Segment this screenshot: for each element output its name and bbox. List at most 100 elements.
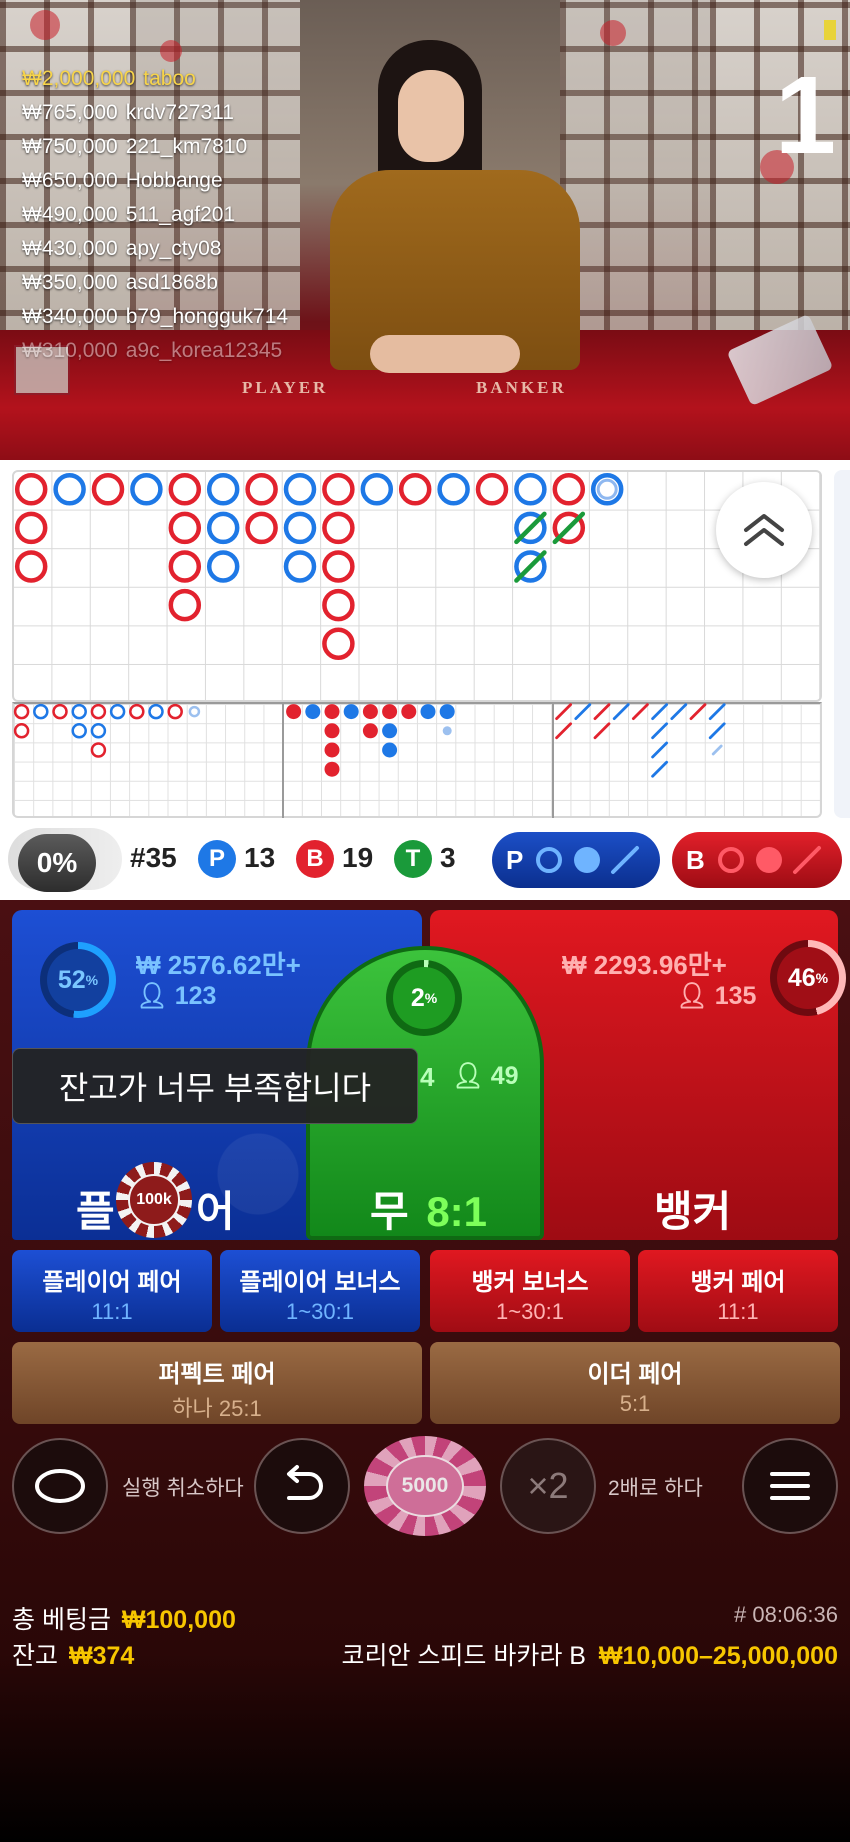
player-percent: 52 bbox=[57, 965, 86, 994]
banker-badge: B bbox=[296, 840, 334, 878]
blossom-decoration bbox=[30, 10, 60, 40]
dealer-hands bbox=[370, 335, 520, 373]
placed-chip[interactable]: 100k bbox=[116, 1162, 192, 1238]
undo-label[interactable]: 실행 취소하다 bbox=[122, 1472, 244, 1502]
winner-username: 221_km7810 bbox=[125, 135, 248, 158]
big-road-grid[interactable] bbox=[12, 470, 822, 702]
winner-amount: ₩310,000 bbox=[22, 339, 118, 362]
expand-roadmap-button[interactable] bbox=[716, 482, 812, 578]
banker-bonus-bet[interactable]: 뱅커 보너스 1~30:1 bbox=[430, 1250, 630, 1332]
tie-percent-ring: 2% bbox=[386, 960, 462, 1036]
player-bettor-count-value: 123 bbox=[174, 982, 217, 1010]
chip-selector[interactable]: 5000 bbox=[364, 1436, 486, 1536]
player-predict-button[interactable]: P bbox=[492, 832, 660, 888]
winner-amount: ₩490,000 bbox=[22, 203, 118, 226]
predict-symbols-icon bbox=[717, 846, 821, 874]
winner-amount: ₩2,000,000 bbox=[22, 67, 136, 90]
balance-value: ₩374 bbox=[68, 1642, 135, 1670]
player-badge: P bbox=[198, 840, 236, 878]
undo-arrow-icon bbox=[287, 1465, 323, 1500]
balance-label: 잔고 bbox=[12, 1642, 59, 1670]
banker-percent-ring: 46% bbox=[770, 940, 846, 1016]
double-button[interactable]: ×2 bbox=[500, 1438, 596, 1534]
banker-label: 뱅커 bbox=[654, 1188, 732, 1235]
dealer-face bbox=[398, 70, 464, 162]
player-total-amount: ₩ 2576.62만+ bbox=[136, 950, 301, 980]
banker-predict-button[interactable]: B bbox=[672, 832, 842, 888]
tie-bettor-count-value: 49 bbox=[490, 1062, 519, 1090]
round-id: # 08:06:36 bbox=[734, 1602, 838, 1627]
player-pair-bet[interactable]: 플레이어 페어 11:1 bbox=[12, 1250, 212, 1332]
table-info: 코리안 스피드 바카라 B ₩10,000–25,000,000 bbox=[341, 1636, 838, 1672]
winner-row: ₩750,000 221_km7810 bbox=[22, 130, 288, 164]
total-bet-label: 총 베팅금 bbox=[12, 1606, 111, 1634]
placed-chip-value: 100k bbox=[128, 1174, 180, 1226]
winner-username: apy_cty08 bbox=[125, 237, 222, 260]
side-bet-title: 플레이어 페어 bbox=[42, 1269, 182, 1296]
winner-amount: ₩750,000 bbox=[22, 135, 118, 158]
banker-total-amount: ₩ 2293.96만+ bbox=[562, 950, 727, 980]
wide-bet-odds: 5:1 bbox=[619, 1391, 651, 1416]
blossom-decoration bbox=[160, 40, 182, 62]
chat-button[interactable] bbox=[12, 1438, 108, 1534]
table-label-banker: BANKER bbox=[476, 378, 567, 397]
side-bet-title: 뱅커 보너스 bbox=[471, 1269, 589, 1296]
user-icon: 👤︎ bbox=[136, 982, 168, 1010]
winner-username: 511_agf201 bbox=[125, 203, 236, 226]
winner-row: ₩340,000 b79_hongguk714 bbox=[22, 300, 288, 334]
double-icon: ×2 bbox=[527, 1465, 569, 1506]
player-bonus-bet[interactable]: 플레이어 보너스 1~30:1 bbox=[220, 1250, 420, 1332]
player-count: 13 bbox=[244, 842, 276, 873]
user-icon: 👤︎ bbox=[452, 1062, 484, 1090]
banker-count: 19 bbox=[342, 842, 374, 873]
winner-row: ₩2,000,000 taboo bbox=[22, 62, 288, 96]
percent-sign: % bbox=[815, 970, 829, 986]
percent-toggle[interactable]: 0% bbox=[8, 828, 122, 892]
derived-roads-grid[interactable] bbox=[12, 702, 822, 818]
winner-amount: ₩350,000 bbox=[22, 271, 118, 294]
hamburger-menu-icon bbox=[770, 1472, 810, 1500]
tie-badge: T bbox=[394, 840, 432, 878]
winner-amount: ₩765,000 bbox=[22, 101, 118, 124]
balance: 잔고 ₩374 bbox=[12, 1636, 134, 1672]
winner-row: ₩430,000 apy_cty08 bbox=[22, 232, 288, 266]
winner-username: a9c_korea12345 bbox=[125, 339, 283, 362]
winner-username: b79_hongguk714 bbox=[125, 305, 289, 328]
winner-amount: ₩650,000 bbox=[22, 169, 118, 192]
undo-button[interactable] bbox=[254, 1438, 350, 1534]
wide-bet-title: 퍼펙트 페어 bbox=[158, 1361, 276, 1388]
predict-symbols-icon bbox=[536, 846, 640, 874]
percent-toggle-knob[interactable]: 0% bbox=[18, 834, 96, 892]
user-icon: 👤︎ bbox=[676, 982, 708, 1010]
either-pair-bet[interactable]: 이더 페어 5:1 bbox=[430, 1342, 840, 1424]
winner-row: ₩310,000 a9c_korea12345 bbox=[22, 334, 288, 368]
menu-button[interactable] bbox=[742, 1438, 838, 1534]
grid-divider bbox=[552, 702, 554, 818]
winners-list: ₩2,000,000 taboo ₩765,000 krdv727311 ₩750,00… bbox=[22, 62, 288, 368]
winner-username: asd1868b bbox=[125, 271, 218, 294]
banker-pair-bet[interactable]: 뱅커 페어 11:1 bbox=[638, 1250, 838, 1332]
player-label-left: 플 bbox=[76, 1188, 115, 1235]
tie-count: 3 bbox=[440, 842, 456, 873]
banker-predict-label: B bbox=[686, 844, 705, 875]
player-predict-label: P bbox=[506, 844, 524, 875]
winner-username: taboo bbox=[143, 67, 196, 90]
side-panel-edge[interactable] bbox=[834, 470, 850, 818]
percent-sign: % bbox=[424, 990, 438, 1006]
tie-percent: 2 bbox=[410, 983, 425, 1012]
side-bet-title: 뱅커 페어 bbox=[690, 1269, 786, 1296]
banker-percent: 46 bbox=[787, 963, 816, 992]
winner-amount: ₩340,000 bbox=[22, 305, 118, 328]
wide-bet-title: 이더 페어 bbox=[587, 1361, 683, 1388]
lattice-screen bbox=[560, 0, 710, 360]
total-bet: 총 베팅금 ₩100,000 bbox=[12, 1600, 236, 1636]
percent-sign: % bbox=[85, 972, 99, 988]
side-bet-odds: 1~30:1 bbox=[496, 1299, 564, 1324]
winner-row: ₩490,000 511_agf201 bbox=[22, 198, 288, 232]
double-label[interactable]: 2배로 하다 bbox=[608, 1472, 703, 1502]
perfect-pair-bet[interactable]: 퍼펙트 페어 하나 25:1 bbox=[12, 1342, 422, 1424]
side-bet-odds: 11:1 bbox=[91, 1299, 133, 1324]
banker-bettor-count-value: 135 bbox=[714, 982, 757, 1010]
countdown-timer: 1 bbox=[774, 54, 836, 177]
winner-row: ₩765,000 krdv727311 bbox=[22, 96, 288, 130]
